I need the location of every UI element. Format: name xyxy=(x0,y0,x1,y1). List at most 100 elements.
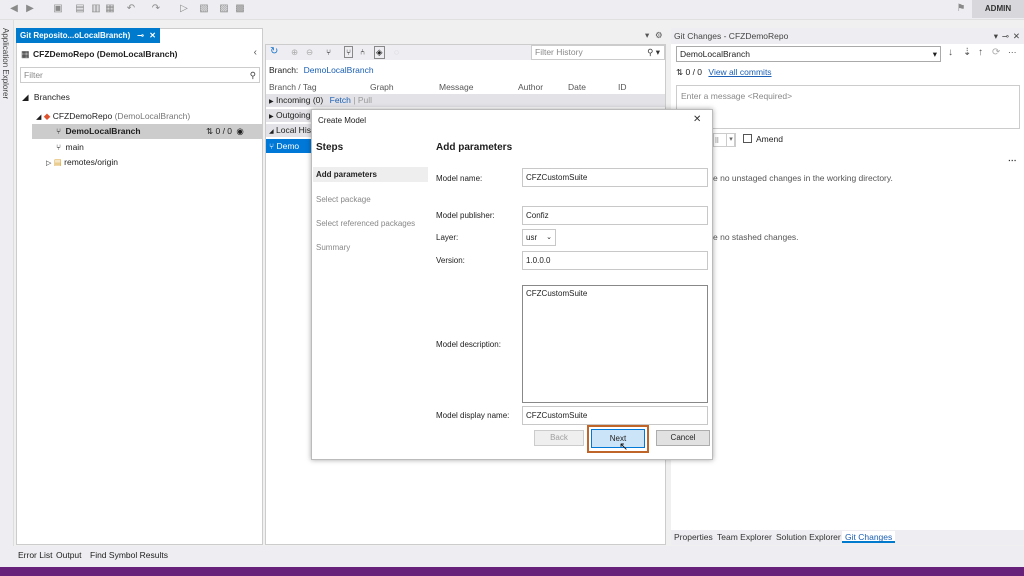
fetch-link[interactable]: Fetch xyxy=(330,95,351,105)
tool-icon-1[interactable]: ▧ xyxy=(198,3,210,15)
column-header[interactable]: Graph xyxy=(370,82,394,92)
account-badge[interactable]: ADMIN xyxy=(972,0,1024,18)
model-publisher-input[interactable]: Confiz xyxy=(522,206,708,225)
dropdown-icon[interactable]: ▾ xyxy=(994,28,998,44)
branch-selector[interactable]: DemoLocalBranch ▾ xyxy=(676,46,941,62)
column-header[interactable]: Branch / Tag xyxy=(269,82,317,92)
model-display-name-label: Model display name: xyxy=(436,411,510,420)
model-display-name-input[interactable]: CFZCustomSuite xyxy=(522,406,708,425)
hide-icon[interactable]: ◌ xyxy=(394,47,399,57)
layer-value: usr xyxy=(526,233,538,242)
save-all-icon[interactable]: ▦ xyxy=(104,3,116,15)
back-button[interactable]: Back xyxy=(534,430,584,446)
open-folder-icon[interactable]: ▤ xyxy=(74,3,86,15)
tab-find-symbol-results[interactable]: Find Symbol Results xyxy=(90,550,168,560)
sync-arrows-icon: ⇅ xyxy=(206,126,214,136)
dialog-close-icon[interactable]: ✕ xyxy=(693,114,701,125)
eye-icon: ◉ xyxy=(236,126,244,136)
history-branch-link[interactable]: DemoLocalBranch xyxy=(304,65,374,75)
zoom-in-icon[interactable]: ⊕ xyxy=(291,47,298,58)
branch-filter-input[interactable]: Filter ⚲ xyxy=(20,67,260,83)
commits-summary: ⇅ 0 / 0 View all commits xyxy=(676,67,772,78)
tab-error-list[interactable]: Error List xyxy=(18,550,52,560)
redo-icon[interactable]: ↷ xyxy=(150,3,162,15)
save-icon[interactable]: ▥ xyxy=(90,3,102,15)
repo-node[interactable]: ◢ ◆ CFZDemoRepo (DemoLocalBranch) xyxy=(36,109,190,123)
tab-team-explorer[interactable]: Team Explorer xyxy=(717,531,772,543)
layer-select[interactable]: usr ⌄ xyxy=(522,229,556,246)
next-button[interactable]: Next xyxy=(591,429,645,448)
git-repository-tab[interactable]: Git Reposito...oLocalBranch) ⊸ ✕ xyxy=(16,28,160,43)
close-tab-icon[interactable]: ✕ xyxy=(149,28,156,43)
pin-icon[interactable]: ⊸ xyxy=(137,28,144,43)
local-history-item: Demo xyxy=(276,141,300,151)
more-options-icon[interactable]: ⋯ xyxy=(1008,47,1017,58)
tool-icon-2[interactable]: ▨ xyxy=(218,3,230,15)
history-toolbar: ↻ ⊕ ⊖ ⑂ ⑂ ⑃ ◈ ◌ Filter History ⚲ ▾ xyxy=(266,45,665,60)
tool-icon-3[interactable]: ▩ xyxy=(234,3,246,15)
column-header[interactable]: Author xyxy=(518,82,543,92)
git-repo-icon: ◆ xyxy=(43,111,51,121)
branch-demolocalbranch[interactable]: ⑂ DemoLocalBranch xyxy=(56,124,141,138)
tab-properties[interactable]: Properties xyxy=(674,531,713,543)
fetch-icon[interactable]: ↓ xyxy=(948,47,953,58)
view-all-commits-link[interactable]: View all commits xyxy=(708,67,771,77)
cancel-button[interactable]: Cancel xyxy=(656,430,710,446)
pull-icon[interactable]: ⇣ xyxy=(963,47,971,58)
collapse-chevron-icon[interactable]: ‹ xyxy=(254,47,257,58)
step-select-referenced-packages: Select referenced packages xyxy=(316,219,416,228)
tag-icon[interactable]: ◈ xyxy=(374,46,385,59)
new-item-icon[interactable]: ▣ xyxy=(52,3,64,15)
branches-node[interactable]: ◢ Branches xyxy=(22,90,70,104)
amend-checkbox[interactable] xyxy=(743,134,752,143)
section-heading: Add parameters xyxy=(436,142,513,153)
repository-header: ▦ CFZDemoRepo (DemoLocalBranch) ‹ xyxy=(17,44,263,64)
git-repository-tab-label: Git Reposito...oLocalBranch) xyxy=(20,31,131,40)
branch-main[interactable]: ⑂ main xyxy=(56,140,84,154)
commit-button-label: ll xyxy=(715,135,719,145)
local-history-row[interactable]: ⑂ Demo xyxy=(266,139,312,153)
steps-heading: Steps xyxy=(316,142,344,153)
remotes-node[interactable]: ▷ ▤ remotes/origin xyxy=(46,155,118,169)
back-icon[interactable]: ◀ xyxy=(8,3,20,15)
start-icon[interactable]: ▷ xyxy=(178,3,190,15)
incoming-group[interactable]: ▶ Incoming (0) Fetch | Pull xyxy=(266,94,665,107)
refresh-icon[interactable]: ↻ xyxy=(270,46,278,57)
model-description-value: CFZCustomSuite xyxy=(526,289,588,298)
model-description-textarea[interactable]: CFZCustomSuite xyxy=(522,285,708,403)
filter-history-input[interactable]: Filter History ⚲ ▾ xyxy=(531,45,665,60)
menu-arrow-icon[interactable]: ▾ xyxy=(645,30,649,41)
application-explorer-tab[interactable]: Application Explorer xyxy=(0,20,14,555)
options-icon[interactable]: ⚙ xyxy=(655,30,663,41)
tab-output[interactable]: Output xyxy=(56,550,82,560)
commit-message-input[interactable]: Enter a message <Required> xyxy=(676,85,1020,129)
branch-toggle-icon[interactable]: ⑂ xyxy=(344,46,354,58)
branch-icon: ⑂ xyxy=(56,142,62,152)
version-input[interactable]: 1.0.0.0 xyxy=(522,251,708,270)
sync-arrows-icon: ⇅ xyxy=(676,67,684,77)
branch-label: Branch: xyxy=(269,65,299,75)
more-options-icon[interactable]: ⋯ xyxy=(1008,155,1017,166)
model-name-input[interactable]: CFZCustomSuite xyxy=(522,168,708,187)
pull-link[interactable]: Pull xyxy=(358,95,372,105)
tab-solution-explorer[interactable]: Solution Explorer xyxy=(776,531,841,543)
undo-icon[interactable]: ↶ xyxy=(125,3,137,15)
sync-icon[interactable]: ⟳ xyxy=(992,47,1000,58)
merge-icon[interactable]: ⑃ xyxy=(360,47,365,57)
pin-icon[interactable]: ⊸ xyxy=(1002,28,1009,44)
feedback-icon[interactable]: ⚑ xyxy=(955,3,967,15)
column-header[interactable]: Message xyxy=(439,82,474,92)
column-header[interactable]: Date xyxy=(568,82,586,92)
column-header[interactable]: ID xyxy=(618,82,627,92)
graph-icon[interactable]: ⑂ xyxy=(326,47,331,57)
search-icon[interactable]: ⚲ ▾ xyxy=(647,46,660,59)
search-icon[interactable]: ⚲ xyxy=(250,68,256,82)
push-icon[interactable]: ↑ xyxy=(978,47,983,58)
model-name-value: CFZCustomSuite xyxy=(526,173,588,182)
zoom-out-icon[interactable]: ⊖ xyxy=(306,47,313,58)
tab-git-changes[interactable]: Git Changes xyxy=(842,531,896,543)
commit-dropdown[interactable]: ▾ xyxy=(726,133,736,147)
forward-icon[interactable]: ▶ xyxy=(24,3,36,15)
close-icon[interactable]: ✕ xyxy=(1013,28,1020,44)
separator: | xyxy=(353,95,356,105)
